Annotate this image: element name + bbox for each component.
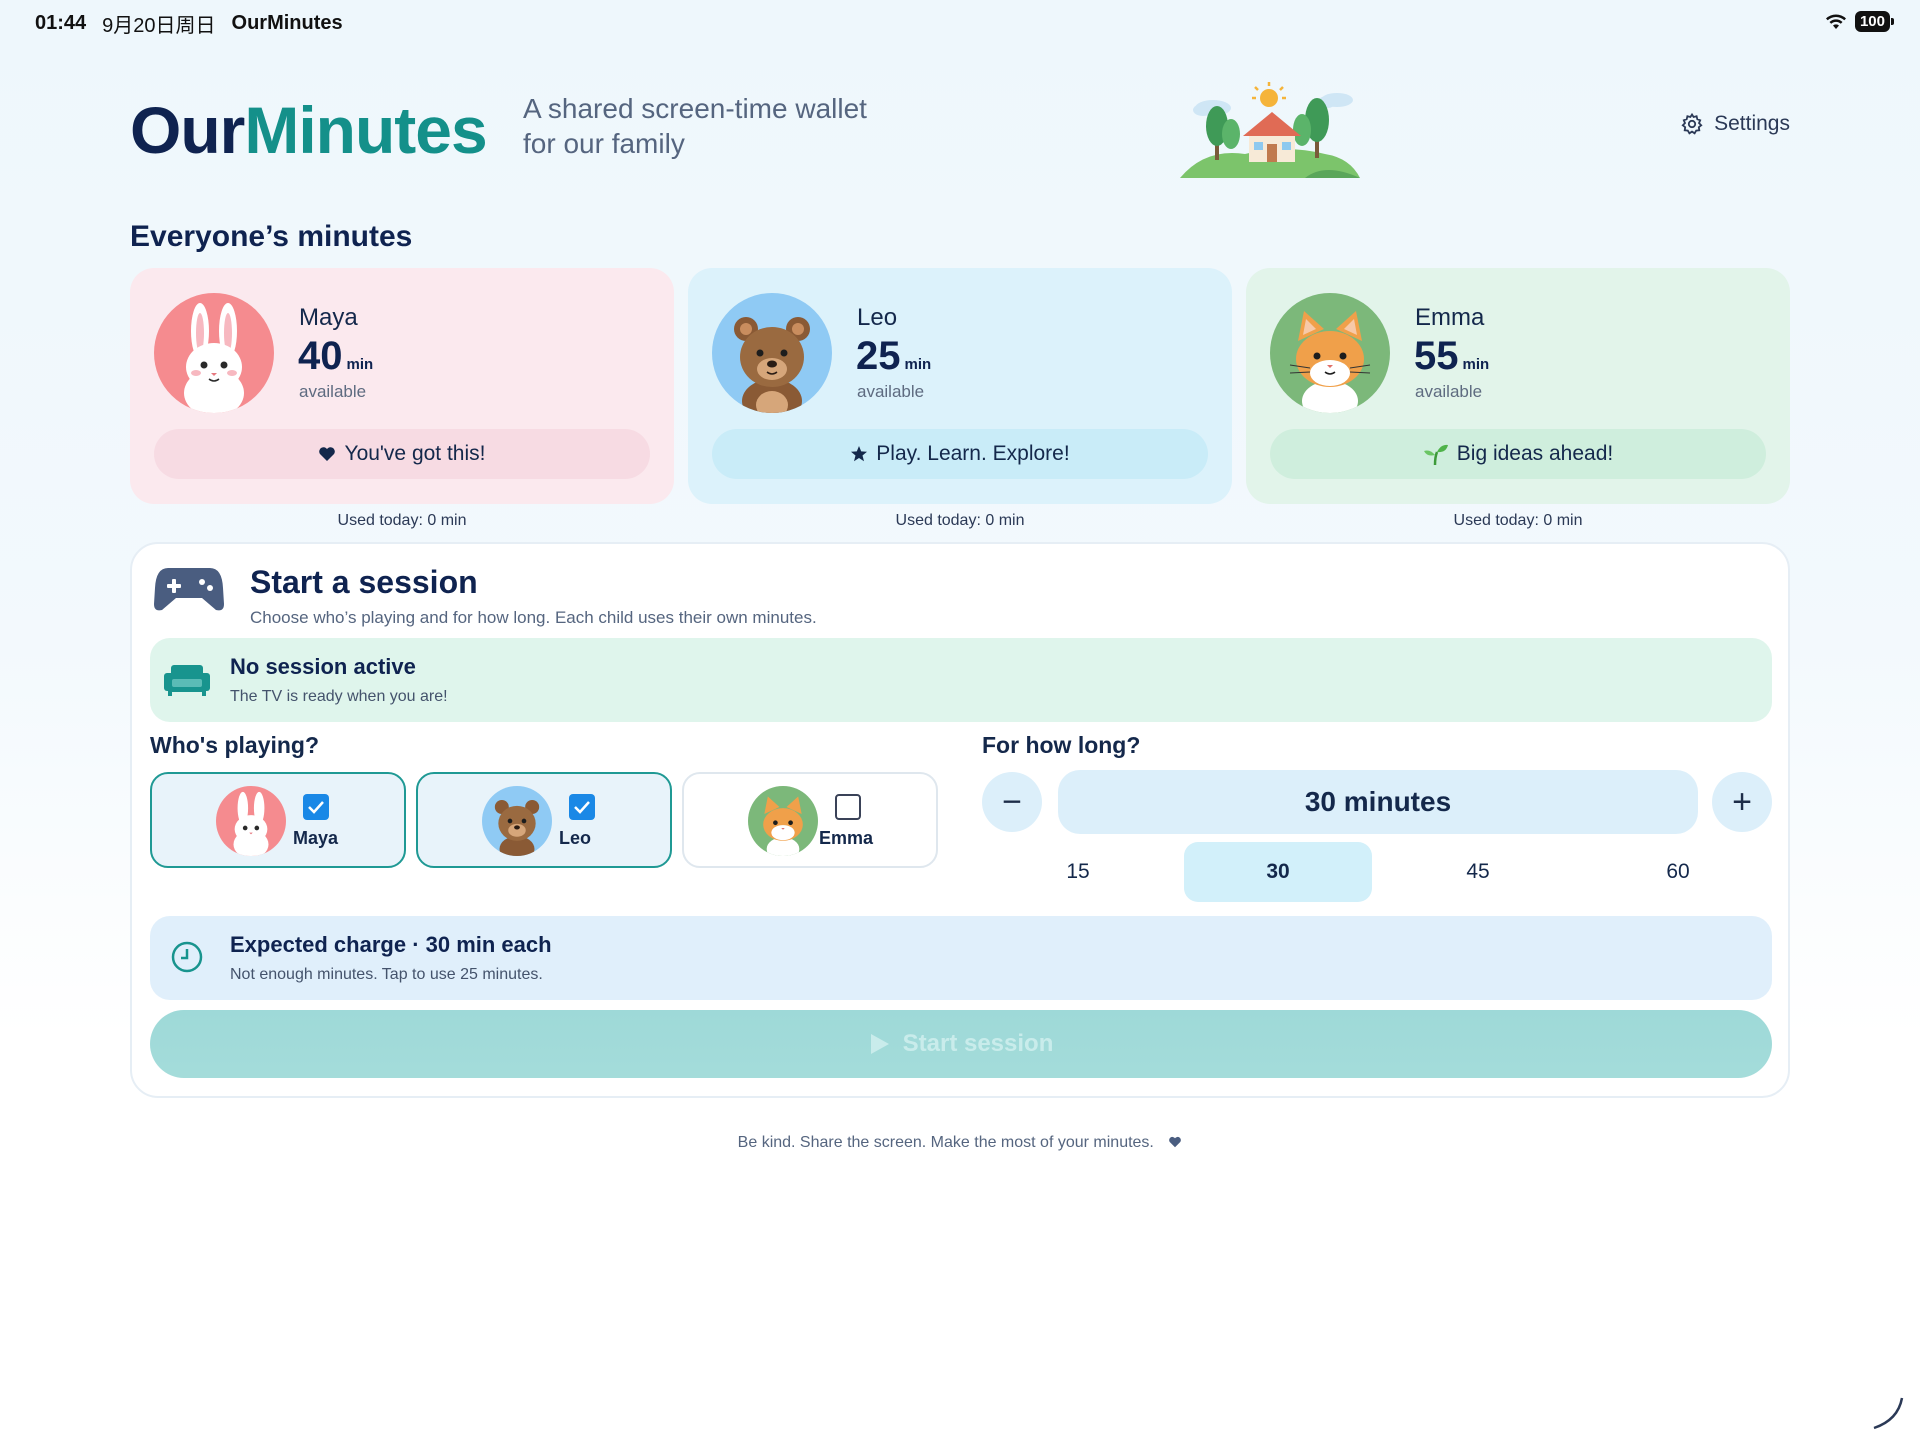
whos-playing-label: Who's playing? [150, 732, 320, 758]
app-logo: OurMinutes [130, 92, 488, 168]
checkbox-checked-icon[interactable] [303, 794, 329, 820]
status-bar: 01:44 9月20日周日 OurMinutes [35, 10, 343, 37]
kid-card-maya: Maya 40 min available You've got this! [130, 268, 674, 504]
bunny-avatar [216, 786, 286, 856]
start-session-panel: Start a session Choose who’s playing and… [130, 542, 1790, 1098]
preset-30[interactable]: 30 [1184, 842, 1372, 902]
status-time: 01:44 [35, 11, 87, 34]
gear-icon [1681, 112, 1703, 135]
kid-name: Emma [1415, 304, 1485, 331]
session-subtitle: Choose who’s playing and for how long. E… [250, 608, 817, 627]
checkbox-checked-icon[interactable] [569, 794, 595, 820]
bear-avatar [482, 786, 552, 856]
tagline-line2: for our family [523, 128, 685, 159]
minutes-value: 40 [298, 334, 343, 378]
minutes-value: 25 [856, 334, 901, 378]
clock-icon [171, 941, 203, 973]
footer-message: Be kind. Share the screen. Make the most… [0, 1134, 1920, 1152]
status-date: 9月20日周日 [102, 14, 216, 37]
star-icon [851, 446, 868, 462]
motto-pill: Play. Learn. Explore! [712, 429, 1208, 479]
minutes-unit: min [1462, 356, 1490, 373]
kid-minutes: 55 min [1414, 334, 1489, 379]
motto-text: You've got this! [344, 442, 486, 465]
player-toggle-leo[interactable]: Leo [416, 772, 672, 868]
kid-card-emma: Emma 55 min available Big ideas ahead! [1246, 268, 1790, 504]
cat-avatar [1270, 293, 1390, 413]
how-long-label: For how long? [982, 732, 1141, 758]
kid-card-leo: Leo 25 min available Play. Learn. Explore… [688, 268, 1232, 504]
section-title-everyones-minutes: Everyone’s minutes [130, 220, 413, 253]
preset-45[interactable]: 45 [1384, 842, 1572, 902]
preset-60[interactable]: 60 [1584, 842, 1772, 902]
charge-subtitle: Not enough minutes. Tap to use 25 minute… [230, 966, 543, 983]
motto-pill: Big ideas ahead! [1270, 429, 1766, 479]
increase-duration-button[interactable]: + [1712, 772, 1772, 832]
logo-part-our: Our [130, 93, 245, 167]
status-app-name: OurMinutes [231, 11, 343, 34]
session-status-banner: No session active The TV is ready when y… [150, 638, 1772, 722]
settings-label: Settings [1714, 112, 1790, 135]
bear-avatar [712, 293, 832, 413]
heart-icon [1169, 1136, 1182, 1148]
session-title: Start a session [250, 564, 478, 600]
gamepad-icon [154, 568, 224, 611]
player-name: Emma [819, 828, 874, 848]
expected-charge-banner[interactable]: Expected charge · 30 min each Not enough… [150, 916, 1772, 1000]
minutes-unit: min [346, 356, 374, 373]
motto-text: Play. Learn. Explore! [876, 442, 1070, 465]
available-label: available [1415, 382, 1483, 401]
checkbox-unchecked-icon[interactable] [835, 794, 861, 820]
sprout-icon [1423, 444, 1448, 465]
session-status-title: No session active [230, 654, 416, 679]
preset-15[interactable]: 15 [984, 842, 1172, 902]
battery-indicator: 100 [1854, 11, 1895, 32]
used-today-maya: Used today: 0 min [337, 512, 467, 529]
charge-title: Expected charge · 30 min each [230, 932, 552, 957]
available-label: available [857, 382, 925, 401]
wifi-icon [1825, 14, 1846, 29]
settings-button[interactable]: Settings [1680, 112, 1790, 136]
player-name: Maya [293, 828, 339, 848]
tagline: A shared screen-time wallet for our fami… [523, 91, 903, 161]
tagline-line1: A shared screen-time wallet [523, 93, 867, 124]
minutes-value: 55 [1414, 334, 1459, 378]
bunny-avatar [154, 293, 274, 413]
minutes-unit: min [904, 356, 932, 373]
house-scene-illustration [1180, 82, 1360, 178]
kid-name: Leo [857, 304, 898, 331]
start-session-label: Start session [902, 1030, 1054, 1057]
session-status-subtitle: The TV is ready when you are! [230, 688, 448, 705]
player-toggle-maya[interactable]: Maya [150, 772, 406, 868]
duration-display: 30 minutes [1058, 770, 1698, 834]
player-name: Leo [559, 828, 592, 848]
available-label: available [299, 382, 367, 401]
play-icon [870, 1034, 889, 1054]
player-toggle-emma[interactable]: Emma [682, 772, 938, 868]
used-today-emma: Used today: 0 min [1453, 512, 1583, 529]
app-header: OurMinutes A shared screen-time wallet f… [130, 82, 1790, 178]
sofa-icon [164, 665, 210, 696]
decrease-duration-button[interactable]: − [982, 772, 1042, 832]
heart-icon [319, 447, 336, 461]
resize-corner-icon [1873, 1397, 1904, 1430]
footer-text: Be kind. Share the screen. Make the most… [737, 1134, 1154, 1151]
logo-part-minutes: Minutes [244, 93, 487, 167]
cat-avatar [748, 786, 818, 856]
kid-name: Maya [299, 304, 358, 331]
motto-text: Big ideas ahead! [1456, 442, 1614, 465]
used-today-leo: Used today: 0 min [895, 512, 1025, 529]
kid-minutes: 25 min [856, 334, 931, 379]
motto-pill: You've got this! [154, 429, 650, 479]
kid-minutes: 40 min [298, 334, 373, 379]
status-indicators: 100 [1825, 11, 1895, 32]
start-session-button[interactable]: Start session [150, 1010, 1772, 1078]
